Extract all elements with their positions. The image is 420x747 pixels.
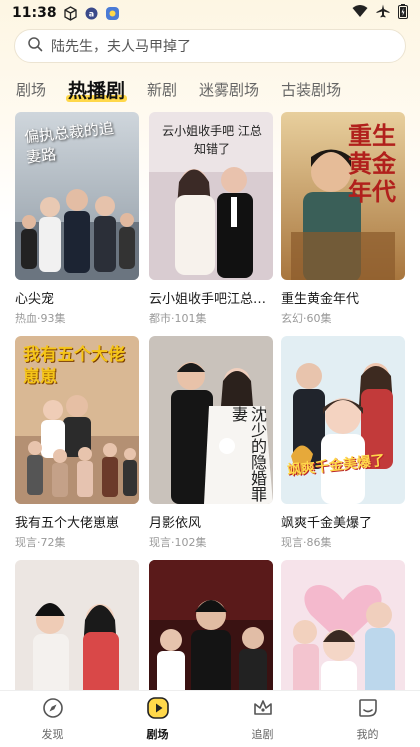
drama-meta: 玄幻·60集 <box>281 312 332 325</box>
wifi-icon <box>352 4 368 22</box>
search-input[interactable]: 陆先生，夫人马甲掉了 <box>51 36 191 56</box>
drama-poster[interactable] <box>15 560 139 690</box>
drama-meta: 热血·93集 <box>15 312 66 325</box>
drama-card[interactable] <box>281 560 405 690</box>
compass-icon <box>42 697 64 723</box>
nav-label: 追剧 <box>251 727 274 741</box>
tab-hot[interactable]: 热播剧 <box>66 76 128 103</box>
play-icon <box>146 696 169 723</box>
alert-icon: a <box>84 6 99 21</box>
drama-poster[interactable]: 我有五个大佬崽崽 <box>15 336 139 504</box>
drama-poster[interactable] <box>281 560 405 690</box>
airplane-icon <box>376 4 390 22</box>
drama-meta: 现言·72集 <box>15 536 66 549</box>
nav-label: 剧场 <box>146 727 169 741</box>
poster-title: 云小姐收手吧 江总知错了 <box>162 124 262 156</box>
search-icon <box>27 36 43 56</box>
app-icon <box>105 6 120 21</box>
drama-card[interactable] <box>15 560 139 690</box>
drama-card[interactable]: 沈少的隐婚罪妻 月影依风 现言·102集 <box>149 336 273 550</box>
tab-new[interactable]: 新剧 <box>147 79 177 100</box>
drama-meta: 现言·102集 <box>149 536 207 549</box>
drama-card[interactable] <box>149 560 273 690</box>
svg-text:a: a <box>88 9 93 18</box>
nav-mine[interactable]: 我的 <box>328 697 408 742</box>
battery-icon <box>398 3 408 23</box>
nav-label: 发现 <box>41 727 64 741</box>
drama-title[interactable]: 我有五个大佬崽崽 <box>15 512 139 531</box>
nav-follow[interactable]: 追剧 <box>223 697 303 742</box>
status-bar: 11:38 a <box>0 0 420 26</box>
drama-title[interactable]: 飒爽千金美爆了 <box>281 512 405 531</box>
poster-title: 我有五个大佬崽崽 <box>23 345 125 387</box>
drama-grid: 偏执总裁的追妻路 心尖宠 热血·93集 云小姐收手吧 江总知错了 云小姐收手吧江… <box>15 112 407 690</box>
poster-title: 重生 黄金年代 <box>348 121 396 206</box>
tab-theater[interactable]: 剧场 <box>16 79 46 100</box>
drama-poster[interactable]: 偏执总裁的追妻路 <box>15 112 139 280</box>
crown-icon <box>252 697 274 723</box>
nav-theater[interactable]: 剧场 <box>118 696 198 742</box>
cube-icon <box>63 5 78 21</box>
profile-icon <box>357 697 379 723</box>
drama-card[interactable]: 重生 黄金年代 重生黄金年代 玄幻·60集 <box>281 112 405 326</box>
drama-card[interactable]: 我有五个大佬崽崽 我有五个大佬崽崽 现言·72集 <box>15 336 139 550</box>
nav-label: 我的 <box>356 727 379 741</box>
bottom-nav: 发现 剧场 追剧 我的 <box>0 690 420 747</box>
drama-meta: 现言·86集 <box>281 536 332 549</box>
status-time: 11:38 <box>12 5 57 21</box>
drama-poster[interactable] <box>149 560 273 690</box>
drama-poster[interactable]: 飒爽千金美爆了 <box>281 336 405 504</box>
drama-meta: 都市·101集 <box>149 312 207 325</box>
drama-title[interactable]: 心尖宠 <box>15 288 139 307</box>
drama-card[interactable]: 云小姐收手吧 江总知错了 云小姐收手吧江总知错了 都市·101集 <box>149 112 273 326</box>
drama-title[interactable]: 云小姐收手吧江总知错了 <box>149 288 273 307</box>
drama-title[interactable]: 月影依风 <box>149 512 273 531</box>
tab-costume[interactable]: 古装剧场 <box>281 79 341 100</box>
tab-mystery[interactable]: 迷雾剧场 <box>199 79 259 100</box>
drama-poster[interactable]: 重生 黄金年代 <box>281 112 405 280</box>
category-tabs: 剧场 热播剧 新剧 迷雾剧场 古装剧场 <box>0 70 420 108</box>
poster-title: 沈少的隐婚罪妻 <box>229 406 267 502</box>
search-bar[interactable]: 陆先生，夫人马甲掉了 <box>14 29 406 63</box>
nav-discover[interactable]: 发现 <box>13 697 93 742</box>
drama-poster[interactable]: 沈少的隐婚罪妻 <box>149 336 273 504</box>
drama-poster[interactable]: 云小姐收手吧 江总知错了 <box>149 112 273 280</box>
drama-title[interactable]: 重生黄金年代 <box>281 288 405 307</box>
drama-card[interactable]: 偏执总裁的追妻路 心尖宠 热血·93集 <box>15 112 139 326</box>
drama-card[interactable]: 飒爽千金美爆了 飒爽千金美爆了 现言·86集 <box>281 336 405 550</box>
